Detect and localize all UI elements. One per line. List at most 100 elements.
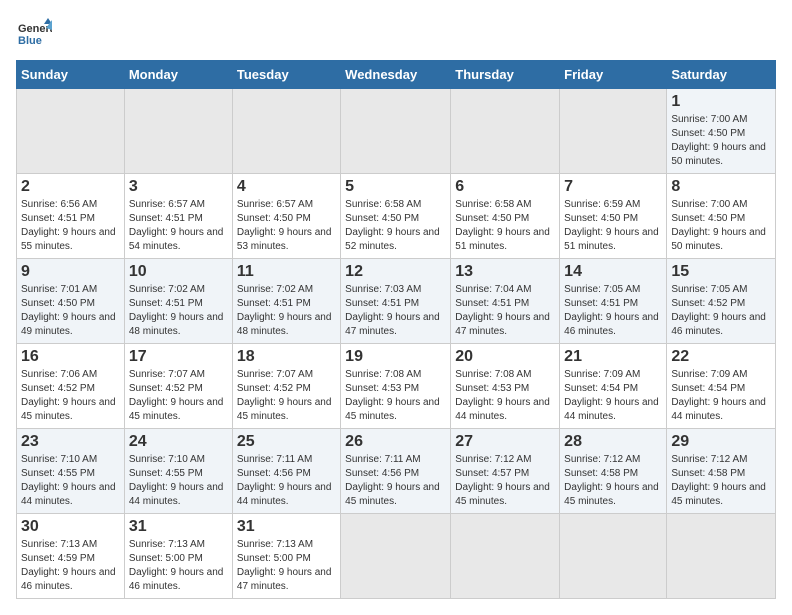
calendar-cell: 31 Sunrise: 7:13 AMSunset: 5:00 PMDayligh… <box>232 514 340 599</box>
calendar-cell <box>560 89 667 174</box>
day-number: 23 <box>21 433 120 451</box>
day-info: Sunrise: 7:03 AMSunset: 4:51 PMDaylight:… <box>345 284 440 337</box>
day-number: 18 <box>237 348 336 366</box>
day-number: 15 <box>671 263 771 281</box>
day-number: 5 <box>345 178 446 196</box>
calendar-cell: 1 Sunrise: 7:00 AMSunset: 4:50 PMDaylight… <box>667 89 776 174</box>
calendar-cell <box>560 514 667 599</box>
calendar-cell: 28 Sunrise: 7:12 AMSunset: 4:58 PMDayligh… <box>560 429 667 514</box>
calendar-cell: 25 Sunrise: 7:11 AMSunset: 4:56 PMDayligh… <box>232 429 340 514</box>
week-row-6: 30Sunrise: 7:13 AMSunset: 4:59 PMDayligh… <box>17 514 776 599</box>
calendar-cell: 20Sunrise: 7:08 AMSunset: 4:53 PMDayligh… <box>451 344 560 429</box>
day-number: 7 <box>564 178 662 196</box>
days-header-row: SundayMondayTuesdayWednesdayThursdayFrid… <box>17 61 776 89</box>
calendar-cell: 14Sunrise: 7:05 AMSunset: 4:51 PMDayligh… <box>560 259 667 344</box>
calendar-cell: 12 Sunrise: 7:03 AMSunset: 4:51 PMDayligh… <box>341 259 451 344</box>
day-info: Sunrise: 7:13 AMSunset: 5:00 PMDaylight:… <box>237 539 332 592</box>
day-info: Sunrise: 7:00 AMSunset: 4:50 PMDaylight:… <box>671 199 766 252</box>
day-info: Sunrise: 7:09 AMSunset: 4:54 PMDaylight:… <box>671 369 766 422</box>
calendar-cell: 10 Sunrise: 7:02 AMSunset: 4:51 PMDayligh… <box>124 259 232 344</box>
day-number: 1 <box>671 93 771 111</box>
calendar-table: SundayMondayTuesdayWednesdayThursdayFrid… <box>16 60 776 599</box>
day-info: Sunrise: 7:11 AMSunset: 4:56 PMDaylight:… <box>345 454 440 507</box>
calendar-cell: 22 Sunrise: 7:09 AMSunset: 4:54 PMDayligh… <box>667 344 776 429</box>
day-header-tuesday: Tuesday <box>232 61 340 89</box>
calendar-cell: 29Sunrise: 7:12 AMSunset: 4:58 PMDayligh… <box>667 429 776 514</box>
day-number: 2 <box>21 178 120 196</box>
day-info: Sunrise: 7:07 AMSunset: 4:52 PMDaylight:… <box>237 369 332 422</box>
calendar-cell: 24 Sunrise: 7:10 AMSunset: 4:55 PMDayligh… <box>124 429 232 514</box>
calendar-cell: 8 Sunrise: 7:00 AMSunset: 4:50 PMDaylight… <box>667 174 776 259</box>
calendar-cell: 17 Sunrise: 7:07 AMSunset: 4:52 PMDayligh… <box>124 344 232 429</box>
day-number: 10 <box>129 263 228 281</box>
calendar-cell <box>17 89 125 174</box>
day-info: Sunrise: 7:00 AMSunset: 4:50 PMDaylight:… <box>671 114 766 167</box>
calendar-cell: 31Sunrise: 7:13 AMSunset: 5:00 PMDayligh… <box>124 514 232 599</box>
calendar-cell: 19 Sunrise: 7:08 AMSunset: 4:53 PMDayligh… <box>341 344 451 429</box>
day-info: Sunrise: 7:02 AMSunset: 4:51 PMDaylight:… <box>129 284 224 337</box>
day-header-sunday: Sunday <box>17 61 125 89</box>
calendar-cell <box>341 89 451 174</box>
calendar-cell: 13 Sunrise: 7:04 AMSunset: 4:51 PMDayligh… <box>451 259 560 344</box>
calendar-cell: 15 Sunrise: 7:05 AMSunset: 4:52 PMDayligh… <box>667 259 776 344</box>
calendar-cell: 16Sunrise: 7:06 AMSunset: 4:52 PMDayligh… <box>17 344 125 429</box>
calendar-cell: 4 Sunrise: 6:57 AMSunset: 4:50 PMDaylight… <box>232 174 340 259</box>
week-row-4: 16Sunrise: 7:06 AMSunset: 4:52 PMDayligh… <box>17 344 776 429</box>
day-header-friday: Friday <box>560 61 667 89</box>
day-info: Sunrise: 7:05 AMSunset: 4:52 PMDaylight:… <box>671 284 766 337</box>
day-info: Sunrise: 7:08 AMSunset: 4:53 PMDaylight:… <box>455 369 550 422</box>
day-number: 17 <box>129 348 228 366</box>
day-number: 6 <box>455 178 555 196</box>
calendar-cell <box>341 514 451 599</box>
day-number: 13 <box>455 263 555 281</box>
svg-text:Blue: Blue <box>18 35 42 47</box>
day-info: Sunrise: 7:08 AMSunset: 4:53 PMDaylight:… <box>345 369 440 422</box>
day-info: Sunrise: 7:02 AMSunset: 4:51 PMDaylight:… <box>237 284 332 337</box>
calendar-cell <box>667 514 776 599</box>
calendar-cell: 9Sunrise: 7:01 AMSunset: 4:50 PMDaylight… <box>17 259 125 344</box>
day-info: Sunrise: 7:11 AMSunset: 4:56 PMDaylight:… <box>237 454 332 507</box>
day-header-wednesday: Wednesday <box>341 61 451 89</box>
day-info: Sunrise: 7:10 AMSunset: 4:55 PMDaylight:… <box>129 454 224 507</box>
day-header-thursday: Thursday <box>451 61 560 89</box>
day-number: 4 <box>237 178 336 196</box>
calendar-cell: 3 Sunrise: 6:57 AMSunset: 4:51 PMDaylight… <box>124 174 232 259</box>
day-info: Sunrise: 6:57 AMSunset: 4:50 PMDaylight:… <box>237 199 332 252</box>
calendar-cell: 18 Sunrise: 7:07 AMSunset: 4:52 PMDayligh… <box>232 344 340 429</box>
day-number: 31 <box>129 518 228 536</box>
calendar-cell: 21 Sunrise: 7:09 AMSunset: 4:54 PMDayligh… <box>560 344 667 429</box>
day-info: Sunrise: 6:58 AMSunset: 4:50 PMDaylight:… <box>455 199 550 252</box>
day-number: 22 <box>671 348 771 366</box>
day-info: Sunrise: 6:56 AMSunset: 4:51 PMDaylight:… <box>21 199 116 252</box>
calendar-cell: 26 Sunrise: 7:11 AMSunset: 4:56 PMDayligh… <box>341 429 451 514</box>
day-number: 3 <box>129 178 228 196</box>
day-info: Sunrise: 7:04 AMSunset: 4:51 PMDaylight:… <box>455 284 550 337</box>
day-number: 8 <box>671 178 771 196</box>
day-number: 24 <box>129 433 228 451</box>
calendar-cell <box>451 514 560 599</box>
day-number: 21 <box>564 348 662 366</box>
calendar-cell <box>232 89 340 174</box>
day-number: 26 <box>345 433 446 451</box>
calendar-cell <box>451 89 560 174</box>
header: General Blue <box>16 16 776 52</box>
day-header-saturday: Saturday <box>667 61 776 89</box>
day-info: Sunrise: 7:10 AMSunset: 4:55 PMDaylight:… <box>21 454 116 507</box>
day-number: 28 <box>564 433 662 451</box>
calendar-cell: 5Sunrise: 6:58 AMSunset: 4:50 PMDaylight… <box>341 174 451 259</box>
day-number: 19 <box>345 348 446 366</box>
day-number: 12 <box>345 263 446 281</box>
week-row-5: 23 Sunrise: 7:10 AMSunset: 4:55 PMDayligh… <box>17 429 776 514</box>
day-number: 31 <box>237 518 336 536</box>
day-info: Sunrise: 7:07 AMSunset: 4:52 PMDaylight:… <box>129 369 224 422</box>
calendar-cell: 2 Sunrise: 6:56 AMSunset: 4:51 PMDaylight… <box>17 174 125 259</box>
day-info: Sunrise: 7:12 AMSunset: 4:58 PMDaylight:… <box>564 454 659 507</box>
day-number: 9 <box>21 263 120 281</box>
day-info: Sunrise: 7:09 AMSunset: 4:54 PMDaylight:… <box>564 369 659 422</box>
day-info: Sunrise: 6:57 AMSunset: 4:51 PMDaylight:… <box>129 199 224 252</box>
logo-icon: General Blue <box>16 16 52 52</box>
calendar-cell: 23 Sunrise: 7:10 AMSunset: 4:55 PMDayligh… <box>17 429 125 514</box>
day-info: Sunrise: 7:13 AMSunset: 4:59 PMDaylight:… <box>21 539 116 592</box>
day-number: 25 <box>237 433 336 451</box>
day-number: 27 <box>455 433 555 451</box>
